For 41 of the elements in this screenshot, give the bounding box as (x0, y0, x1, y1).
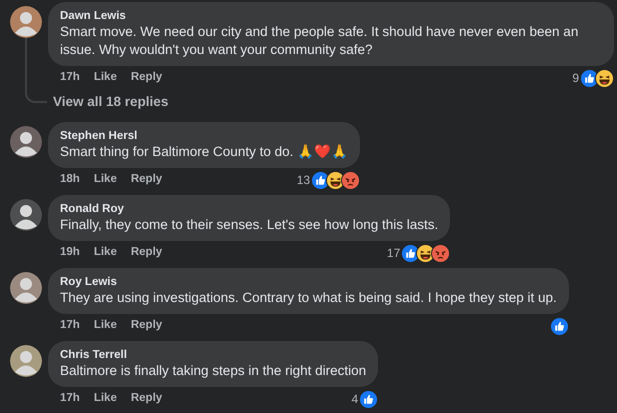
reaction-count[interactable]: 9 (572, 69, 579, 87)
timestamp-link[interactable]: 17h (60, 390, 80, 408)
author-name[interactable]: Stephen Hersl (60, 129, 348, 143)
like-button[interactable]: Like (94, 390, 117, 408)
like-button[interactable]: Like (94, 244, 117, 262)
reply-button[interactable]: Reply (130, 69, 162, 87)
avatar-icon[interactable] (10, 6, 42, 38)
reaction-count[interactable]: 13 (296, 171, 310, 189)
avatar-icon[interactable] (10, 272, 42, 304)
author-name[interactable]: Roy Lewis (60, 275, 557, 289)
comment-text: Smart thing for Baltimore County to do. 🙏❤🙏 (60, 143, 348, 161)
angry-emoji-icon (431, 244, 450, 262)
reply-button[interactable]: Reply (130, 390, 162, 408)
reaction-count[interactable]: 17 (386, 244, 400, 262)
like-reaction-icon (550, 316, 569, 336)
author-name[interactable]: Ronald Roy (60, 202, 438, 216)
avatar-icon[interactable] (10, 126, 42, 158)
comment-text: Smart move. We need our city and the people safe. It should have never even been an issue. Why wouldn't you want your community safe? (60, 23, 580, 59)
avatar-icon[interactable] (10, 345, 42, 377)
timestamp-link[interactable]: 17h (60, 317, 80, 335)
avatar-icon[interactable] (10, 199, 42, 231)
timestamp-link[interactable]: 17h (60, 69, 80, 87)
laughing-emoji-icon (595, 68, 614, 88)
view-replies-link[interactable]: View all 18 replies (53, 92, 168, 112)
comment-text: Finally, they come to their senses. Let's see how long this lasts. (60, 216, 438, 234)
timestamp-link[interactable]: 19h (60, 244, 80, 262)
timestamp-link[interactable]: 18h (60, 171, 80, 189)
reply-button[interactable]: Reply (130, 244, 162, 262)
like-button[interactable]: Like (94, 69, 117, 87)
like-button[interactable]: Like (94, 317, 117, 335)
like-button[interactable]: Like (94, 171, 117, 189)
reply-button[interactable]: Reply (130, 171, 162, 189)
angry-emoji-icon (341, 170, 360, 190)
author-name[interactable]: Dawn Lewis (60, 9, 602, 23)
author-name[interactable]: Chris Terrell (60, 348, 366, 362)
reply-button[interactable]: Reply (130, 317, 162, 335)
comment-text: They are using investigations. Contrary to what is being said. I hope they step it up. (60, 289, 557, 307)
like-reaction-icon (359, 390, 378, 408)
comment-text: Baltimore is finally taking steps in the right direction (60, 362, 366, 380)
thread-line (25, 37, 47, 103)
reaction-count[interactable]: 4 (351, 390, 358, 408)
